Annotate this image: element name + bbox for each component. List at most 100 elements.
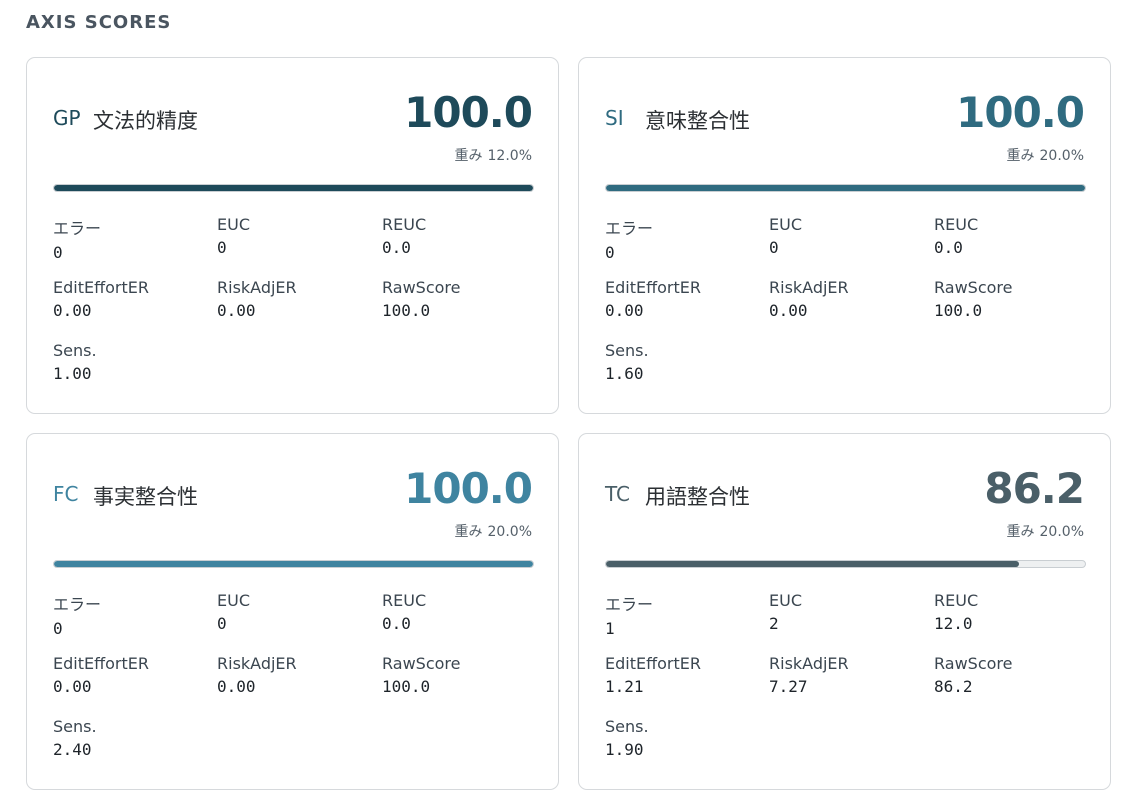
axis-card-tc: TC 用語整合性 86.2 重み 20.0% エラー 1 EUC 2 REUC 1…	[578, 433, 1111, 790]
axis-weight: 重み 20.0%	[1007, 521, 1084, 541]
metric-risk-adj: RiskAdjER 0.00	[769, 278, 849, 320]
axis-name: 意味整合性	[645, 109, 750, 133]
metric-value: 0.00	[605, 301, 644, 320]
metric-value: 0.00	[769, 301, 808, 320]
axis-score: 100.0	[404, 88, 533, 137]
metric-value: 0.0	[382, 614, 411, 633]
metric-value: 0.0	[934, 238, 963, 257]
metric-value: 12.0	[934, 614, 973, 633]
metric-value: 1.90	[605, 740, 644, 759]
metric-label: エラー	[605, 219, 654, 238]
metric-value: 100.0	[382, 301, 431, 320]
metric-value: 0.0	[382, 238, 411, 257]
metric-value: 2.40	[53, 740, 92, 759]
weight-value: 20.0%	[1039, 524, 1084, 540]
metric-edit-effort: EditEffortER 0.00	[605, 278, 701, 320]
score-progress-fill	[54, 185, 533, 191]
metric-label: EditEffortER	[53, 278, 149, 297]
metric-label: RawScore	[382, 654, 461, 673]
metric-errors: エラー 0	[53, 591, 101, 638]
axis-weight: 重み 12.0%	[455, 145, 532, 165]
metric-label: EUC	[217, 215, 250, 234]
score-progress-bar	[605, 560, 1086, 568]
metric-sens: Sens. 1.90	[605, 717, 649, 759]
score-progress-bar	[53, 560, 534, 568]
weight-value: 20.0%	[1039, 148, 1084, 164]
metric-edit-effort: EditEffortER 1.21	[605, 654, 701, 696]
metric-value: 100.0	[934, 301, 983, 320]
axis-name: 用語整合性	[645, 485, 750, 509]
weight-label: 重み	[454, 524, 483, 540]
metric-risk-adj: RiskAdjER 0.00	[217, 278, 297, 320]
metric-raw-score: RawScore 100.0	[382, 654, 460, 696]
score-progress-bar	[605, 184, 1086, 192]
metric-label: Sens.	[53, 717, 97, 736]
axis-name: 事実整合性	[93, 485, 198, 509]
axis-code: GP	[53, 106, 81, 130]
metric-raw-score: RawScore 100.0	[934, 278, 1012, 320]
metric-label: RawScore	[934, 654, 1013, 673]
metric-value: 0.00	[53, 677, 92, 696]
metric-value: 0	[53, 243, 63, 262]
axis-score: 86.2	[984, 464, 1085, 513]
metric-label: エラー	[53, 219, 102, 238]
metric-value: 0	[605, 243, 615, 262]
weight-label: 重み	[1006, 148, 1035, 164]
score-progress-fill	[606, 561, 1019, 567]
axis-card-fc: FC 事実整合性 100.0 重み 20.0% エラー 0 EUC 0 REUC …	[26, 433, 559, 790]
metric-value: 0.00	[217, 677, 256, 696]
metric-value: 0	[53, 619, 63, 638]
metric-value: 0	[217, 614, 227, 633]
metric-value: 1	[605, 619, 615, 638]
metric-label: Sens.	[605, 717, 649, 736]
score-progress-bar	[53, 184, 534, 192]
axis-weight: 重み 20.0%	[455, 521, 532, 541]
axis-name: 文法的精度	[93, 109, 198, 133]
metric-raw-score: RawScore 100.0	[382, 278, 460, 320]
metric-value: 1.60	[605, 364, 644, 383]
metric-label: RiskAdjER	[769, 278, 849, 297]
metric-label: EUC	[217, 591, 250, 610]
metric-reuc: REUC 0.0	[382, 215, 426, 257]
metric-value: 0.00	[53, 301, 92, 320]
metric-sens: Sens. 1.60	[605, 341, 649, 383]
score-progress-fill	[54, 561, 533, 567]
metric-value: 7.27	[769, 677, 808, 696]
metric-value: 0.00	[217, 301, 256, 320]
metric-errors: エラー 1	[605, 591, 653, 638]
axis-code: SI	[605, 106, 624, 130]
metric-value: 1.21	[605, 677, 644, 696]
score-progress-fill	[606, 185, 1085, 191]
metric-raw-score: RawScore 86.2	[934, 654, 1012, 696]
metric-euc: EUC 2	[769, 591, 802, 633]
metric-edit-effort: EditEffortER 0.00	[53, 278, 149, 320]
metric-errors: エラー 0	[605, 215, 653, 262]
metric-label: エラー	[605, 595, 654, 614]
axis-code: TC	[605, 482, 631, 506]
metric-label: REUC	[382, 591, 427, 610]
axis-card-gp: GP 文法的精度 100.0 重み 12.0% エラー 0 EUC 0 REUC …	[26, 57, 559, 414]
metric-euc: EUC 0	[769, 215, 802, 257]
metric-label: Sens.	[53, 341, 97, 360]
weight-value: 12.0%	[487, 148, 532, 164]
metric-label: RiskAdjER	[769, 654, 849, 673]
metric-label: REUC	[934, 591, 979, 610]
metric-euc: EUC 0	[217, 215, 250, 257]
weight-label: 重み	[454, 148, 483, 164]
metric-label: REUC	[934, 215, 979, 234]
metric-risk-adj: RiskAdjER 7.27	[769, 654, 849, 696]
metric-label: EUC	[769, 215, 802, 234]
metric-errors: エラー 0	[53, 215, 101, 262]
metric-risk-adj: RiskAdjER 0.00	[217, 654, 297, 696]
weight-value: 20.0%	[487, 524, 532, 540]
metric-label: EditEffortER	[53, 654, 149, 673]
metric-value: 86.2	[934, 677, 973, 696]
metric-label: EditEffortER	[605, 278, 701, 297]
metric-value: 0	[769, 238, 779, 257]
weight-label: 重み	[1006, 524, 1035, 540]
metric-label: EditEffortER	[605, 654, 701, 673]
axis-weight: 重み 20.0%	[1007, 145, 1084, 165]
metric-sens: Sens. 1.00	[53, 341, 97, 383]
metric-reuc: REUC 12.0	[934, 591, 978, 633]
metric-value: 1.00	[53, 364, 92, 383]
